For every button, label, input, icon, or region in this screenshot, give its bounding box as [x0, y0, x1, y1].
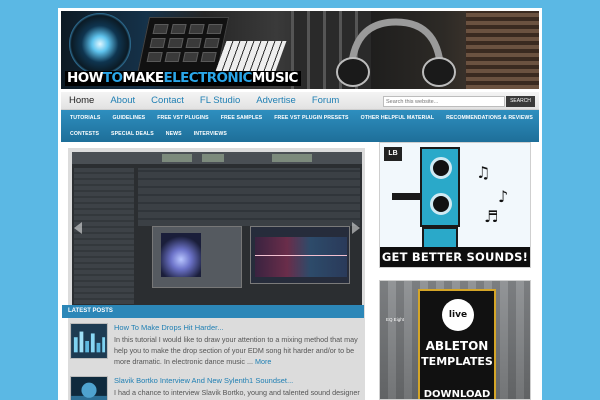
cat-tutorials[interactable]: TUTORIALS	[64, 115, 107, 121]
drum-pad-controller-image	[136, 17, 230, 75]
ad-cta-text: GET BETTER SOUNDS!	[380, 247, 530, 267]
post-thumbnail[interactable]	[70, 323, 108, 359]
speaker-body-illustration	[422, 227, 458, 249]
synth-rack-image	[466, 11, 539, 89]
eq-plugin-image	[250, 226, 350, 284]
cat-free-vst-plugin-presets[interactable]: FREE VST PLUGIN PRESETS	[268, 115, 354, 121]
eq-label: EQ Eight	[386, 317, 405, 322]
latest-posts-heading: LATEST POSTS	[62, 305, 364, 318]
main-nav: Home About Contact FL Studio Advertise F…	[61, 92, 539, 110]
post-title-link[interactable]: How To Make Drops Hit Harder...	[114, 323, 223, 332]
keyboard-image	[215, 41, 287, 71]
nav-forum[interactable]: Forum	[304, 92, 347, 110]
nav-about[interactable]: About	[102, 92, 143, 110]
nav-fl-studio[interactable]: FL Studio	[192, 92, 248, 110]
post-excerpt: In this tutorial I would like to draw yo…	[114, 334, 360, 367]
speaker-head-illustration	[420, 147, 460, 227]
post-title-link[interactable]: Slavik Bortko Interview And New Sylenth1…	[114, 376, 293, 385]
post-thumbnail[interactable]	[70, 376, 108, 400]
cat-free-vst-plugins[interactable]: FREE VST PLUGINS	[151, 115, 214, 121]
headphones-image	[336, 18, 456, 87]
logo-part: ELECTRONIC	[163, 70, 253, 86]
ad-title-line: TEMPLATES	[421, 355, 493, 368]
category-row: TUTORIALS GUIDELINES FREE VST PLUGINS FR…	[61, 110, 539, 126]
read-more-link[interactable]: More	[255, 357, 271, 366]
music-note-icon: ♬	[484, 207, 499, 226]
ad-card: live ABLETON TEMPLATES DOWNLOAD NOW	[418, 289, 496, 400]
nav-contact[interactable]: Contact	[143, 92, 192, 110]
daw-browser-image	[74, 168, 134, 304]
cat-recommendations-reviews[interactable]: RECOMMENDATIONS & REVIEWS	[440, 115, 539, 121]
featured-image-fl-studio[interactable]	[72, 152, 362, 306]
slider-next-arrow-icon[interactable]	[352, 222, 360, 234]
cat-free-samples[interactable]: FREE SAMPLES	[215, 115, 269, 121]
post-excerpt: I had a chance to interview Slavik Bortk…	[114, 388, 360, 400]
slider-prev-arrow-icon[interactable]	[74, 222, 82, 234]
music-note-icon: ♪	[498, 187, 509, 206]
category-nav: TUTORIALS GUIDELINES FREE VST PLUGINS FR…	[61, 110, 539, 142]
search-input[interactable]	[383, 96, 505, 107]
ad-ableton-templates[interactable]: EQ Eight live ABLETON TEMPLATES DOWNLOAD…	[379, 280, 531, 400]
cat-news[interactable]: NEWS	[160, 131, 188, 137]
cat-special-deals[interactable]: SPECIAL DEALS	[105, 131, 160, 137]
cat-other-helpful-material[interactable]: OTHER HELPFUL MATERIAL	[355, 115, 440, 121]
site-logo[interactable]: HOWTOMAKEELECTRONICMUSIC	[67, 71, 298, 86]
music-note-icon: ♫	[476, 163, 491, 182]
nav-advertise[interactable]: Advertise	[248, 92, 304, 110]
cat-interviews[interactable]: INTERVIEWS	[188, 131, 233, 137]
daw-toolbar-image	[72, 152, 362, 164]
logo-part: MUSIC	[251, 70, 299, 86]
ad-get-better-sounds[interactable]: LB ♫ ♪ ♬ GET BETTER SOUNDS!	[379, 142, 531, 268]
gun-illustration-icon	[392, 193, 422, 200]
category-row: CONTESTS SPECIAL DEALS NEWS INTERVIEWS	[61, 126, 539, 142]
nav-home[interactable]: Home	[61, 92, 102, 110]
header-banner[interactable]: HOWTOMAKEELECTRONICMUSIC	[61, 11, 539, 89]
ableton-live-logo-icon: live	[442, 299, 474, 331]
ad-cta-text: DOWNLOAD NOW	[423, 389, 491, 400]
logo-part: HOW	[67, 70, 103, 86]
daw-piano-roll-image	[138, 168, 360, 226]
post-excerpt-text: In this tutorial I would like to draw yo…	[114, 335, 358, 366]
search-button[interactable]: SEARCH	[506, 96, 535, 107]
ad-brand-badge: LB	[384, 147, 402, 161]
cat-guidelines[interactable]: GUIDELINES	[107, 115, 152, 121]
logo-part: MAKE	[122, 70, 164, 86]
synth-plugin-image	[152, 226, 242, 288]
logo-part: TO	[102, 70, 123, 86]
cat-contests[interactable]: CONTESTS	[64, 131, 105, 137]
speaker-image	[69, 13, 131, 75]
ad-title-line: ABLETON	[425, 339, 489, 353]
